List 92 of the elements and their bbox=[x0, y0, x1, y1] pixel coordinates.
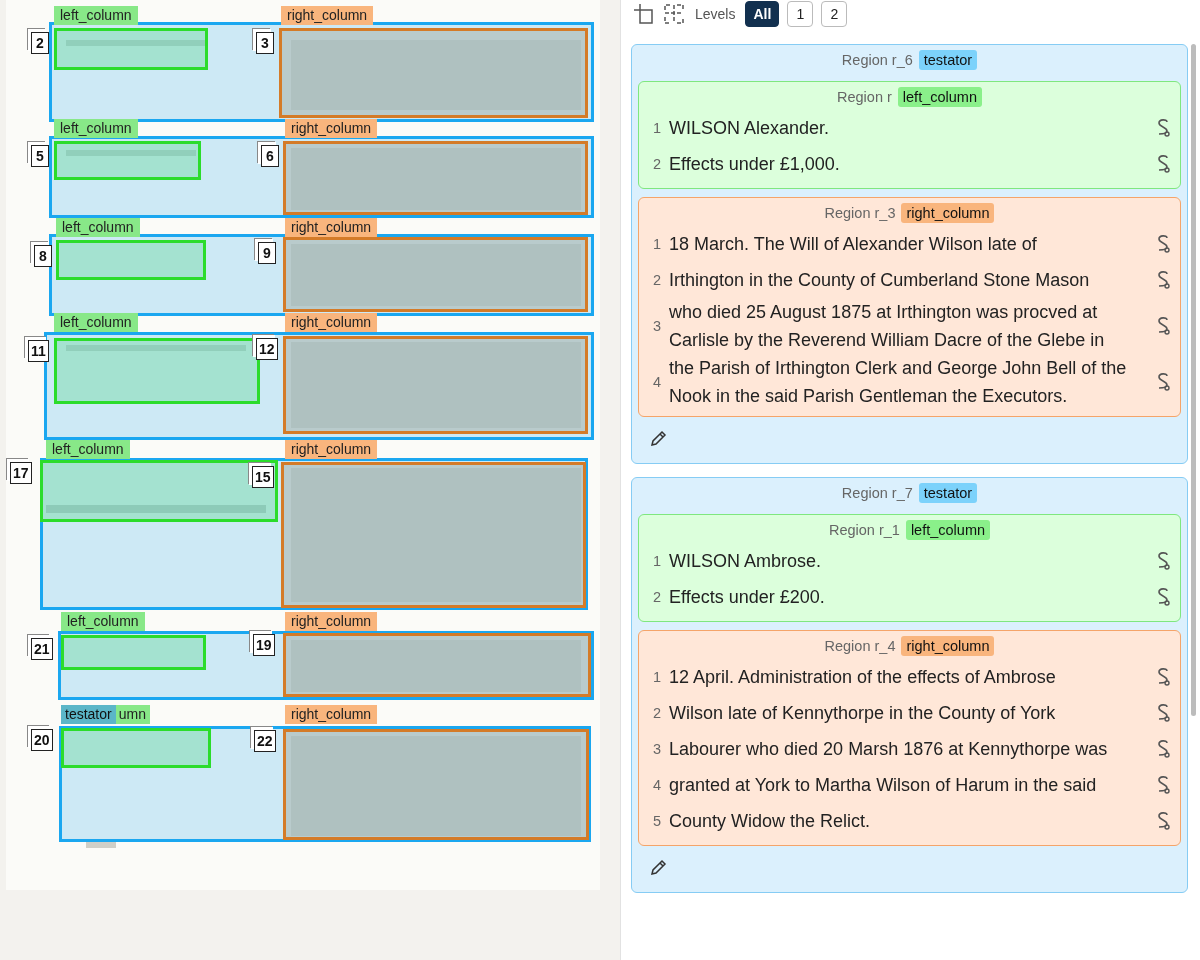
crop-icon[interactable] bbox=[633, 3, 655, 25]
region-box[interactable] bbox=[54, 141, 201, 180]
region-label: testator bbox=[61, 705, 116, 724]
region-label: left_column bbox=[61, 612, 145, 631]
link-icon[interactable] bbox=[1156, 551, 1170, 571]
line-text: County Widow the Relict. bbox=[669, 810, 872, 833]
link-icon[interactable] bbox=[1156, 372, 1170, 392]
line-text: Effects under £200. bbox=[669, 586, 826, 609]
link-icon[interactable] bbox=[1156, 667, 1170, 687]
region-box[interactable] bbox=[54, 338, 260, 404]
region-box[interactable] bbox=[281, 462, 586, 608]
line-number: 1 bbox=[651, 236, 661, 252]
region-label: right_column bbox=[281, 6, 374, 25]
region-box[interactable] bbox=[283, 141, 588, 215]
region-tag: left_column bbox=[905, 520, 991, 540]
grid-icon[interactable] bbox=[663, 3, 685, 25]
levels-label: Levels bbox=[695, 6, 736, 22]
link-icon[interactable] bbox=[1156, 811, 1170, 831]
link-icon[interactable] bbox=[1156, 587, 1170, 607]
line-number: 4 bbox=[651, 777, 661, 793]
region-box[interactable] bbox=[283, 237, 588, 312]
region-tag: left_column bbox=[897, 87, 982, 107]
region-box[interactable] bbox=[61, 728, 211, 768]
line-number: 1 bbox=[651, 553, 661, 569]
region-label: left_column bbox=[56, 218, 140, 237]
level-button[interactable]: 2 bbox=[821, 1, 848, 27]
line-number: 1 bbox=[651, 669, 661, 685]
line-number: 3 bbox=[651, 318, 661, 334]
region-box[interactable] bbox=[40, 460, 278, 522]
region-tag: right_column bbox=[901, 636, 995, 656]
region-box[interactable] bbox=[61, 635, 206, 670]
line-number: 5 bbox=[651, 813, 661, 829]
line-text: WILSON Alexander. bbox=[669, 117, 831, 140]
region-label: left_column bbox=[54, 6, 138, 25]
line-number: 3 bbox=[651, 741, 661, 757]
region-box[interactable] bbox=[279, 28, 588, 118]
region-title: Region r_7 bbox=[841, 485, 913, 501]
line-text: Wilson late of Kennythorpe in the County of York bbox=[669, 702, 1057, 725]
scrollbar[interactable] bbox=[1191, 44, 1196, 716]
region-box[interactable] bbox=[54, 28, 208, 70]
region-title: Region r_4 bbox=[824, 638, 896, 654]
region-title: Region r bbox=[837, 89, 892, 105]
region-title: Region r_6 bbox=[841, 52, 913, 68]
line-text: Effects under £1,000. bbox=[669, 153, 841, 176]
link-icon[interactable] bbox=[1156, 316, 1170, 336]
region-label: right_column bbox=[285, 705, 378, 724]
region-box[interactable] bbox=[283, 336, 588, 434]
region-box[interactable] bbox=[283, 729, 589, 840]
region-label: right_column bbox=[285, 119, 378, 138]
line-number: 2 bbox=[651, 156, 661, 172]
region-box[interactable] bbox=[44, 332, 594, 440]
region-box[interactable] bbox=[56, 240, 206, 280]
line-number: 4 bbox=[651, 374, 661, 390]
region-box[interactable] bbox=[58, 631, 594, 700]
region-tag: testator bbox=[918, 483, 978, 503]
link-icon[interactable] bbox=[1156, 270, 1170, 290]
region-box[interactable] bbox=[283, 633, 591, 697]
region-label: left_column bbox=[54, 119, 138, 138]
region-label: right_column bbox=[285, 313, 378, 332]
line-text: the Parish of Irthington Clerk and George John Bell of the Nook in the said Parish Gentleman the Executors. bbox=[669, 357, 1128, 408]
line-number: 2 bbox=[651, 589, 661, 605]
link-icon[interactable] bbox=[1156, 118, 1170, 138]
link-icon[interactable] bbox=[1156, 154, 1170, 174]
region-label: right_column bbox=[285, 440, 378, 459]
region-box[interactable] bbox=[59, 726, 591, 842]
region-label: right_column bbox=[285, 612, 378, 631]
line-text: WILSON Ambrose. bbox=[669, 550, 823, 573]
line-text: 18 March. The Will of Alexander Wilson late of bbox=[669, 233, 1038, 256]
line-number: 1 bbox=[651, 120, 661, 136]
line-text: Irthington in the County of Cumberland Stone Mason bbox=[669, 269, 1091, 292]
region-tag: right_column bbox=[901, 203, 995, 223]
region-label: left_column bbox=[46, 440, 130, 459]
level-button[interactable]: All bbox=[745, 1, 780, 27]
line-text: Labourer who died 20 Marsh 1876 at Kennythorpe was bbox=[669, 738, 1109, 761]
pencil-icon[interactable] bbox=[650, 429, 668, 447]
line-number: 2 bbox=[651, 272, 661, 288]
region-label: umn bbox=[115, 705, 150, 724]
level-button[interactable]: 1 bbox=[787, 1, 814, 27]
link-icon[interactable] bbox=[1156, 739, 1170, 759]
region-title: Region r_1 bbox=[828, 522, 900, 538]
link-icon[interactable] bbox=[1156, 234, 1170, 254]
region-tag: testator bbox=[918, 50, 978, 70]
line-text: 12 April. Administration of the effects of Ambrose bbox=[669, 666, 1057, 689]
region-label: left_column bbox=[54, 313, 138, 332]
region-box[interactable] bbox=[40, 458, 588, 610]
link-icon[interactable] bbox=[1156, 703, 1170, 723]
pencil-icon[interactable] bbox=[650, 858, 668, 876]
link-icon[interactable] bbox=[1156, 775, 1170, 795]
region-title: Region r_3 bbox=[824, 205, 896, 221]
line-text: granted at York to Martha Wilson of Harum in the said bbox=[669, 774, 1098, 797]
region-label: right_column bbox=[285, 218, 378, 237]
line-number: 2 bbox=[651, 705, 661, 721]
